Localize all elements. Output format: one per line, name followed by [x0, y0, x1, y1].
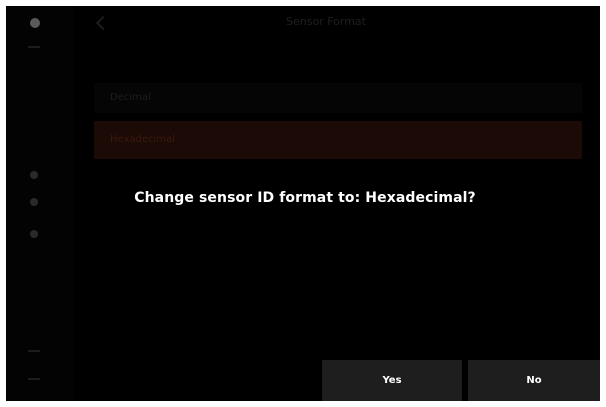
sidebar-item-icon [30, 171, 38, 179]
confirm-message: Change sensor ID format to: Hexadecimal? [6, 190, 600, 206]
sidebar-item-icon [28, 350, 40, 352]
no-button[interactable]: No [468, 360, 600, 401]
back-arrow-icon [95, 15, 111, 31]
sidebar-item-icon [28, 378, 40, 380]
yes-button[interactable]: Yes [322, 360, 462, 401]
confirm-message-text: Change sensor ID format to: Hexadecimal? [134, 190, 476, 206]
yes-button-label: Yes [382, 375, 402, 386]
power-icon [30, 18, 40, 28]
device-screen: Sensor Format Decimal Hexadecimal Change… [6, 6, 600, 401]
sidebar-item-icon [30, 230, 38, 238]
sidebar-divider [28, 46, 40, 48]
format-option-decimal: Decimal [94, 83, 582, 113]
format-option-hexadecimal: Hexadecimal [94, 121, 582, 159]
page-title: Sensor Format [286, 15, 366, 28]
no-button-label: No [526, 375, 542, 386]
